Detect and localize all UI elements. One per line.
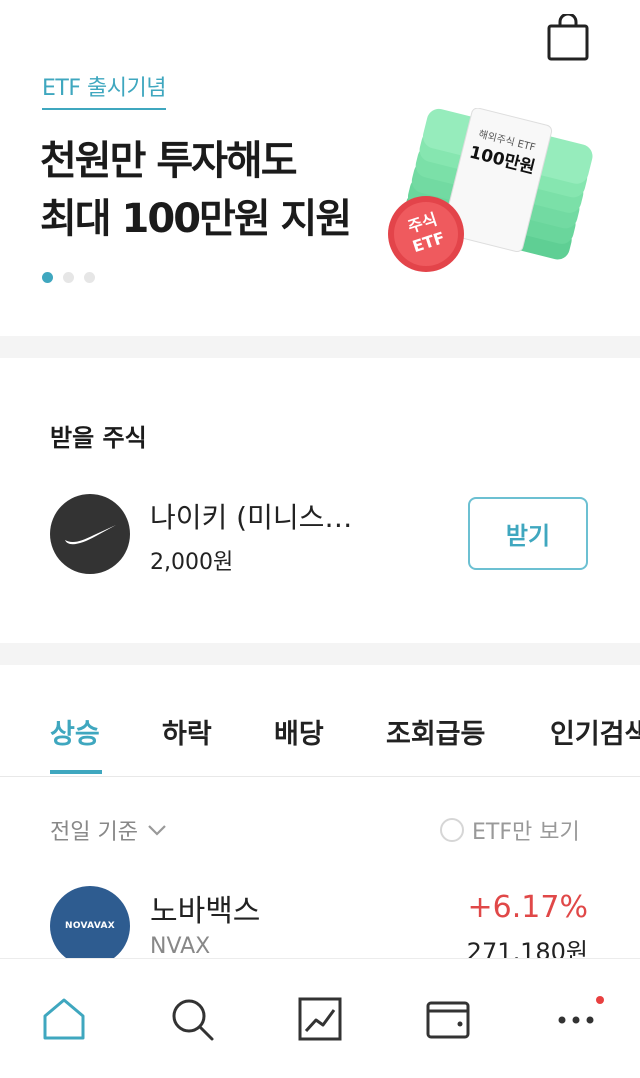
more-icon — [558, 1016, 594, 1024]
basis-dropdown[interactable]: 전일 기준 — [50, 814, 168, 846]
wallet-icon — [426, 1001, 470, 1039]
tab-popular-search[interactable]: 인기검색 — [550, 712, 640, 751]
section-divider — [0, 336, 640, 358]
etf-only-radio[interactable] — [440, 818, 464, 842]
nike-swoosh-icon — [65, 525, 116, 545]
bottom-navigation — [0, 958, 640, 1078]
promo-headline-line2[interactable]: 최대 100만원 지원 — [40, 186, 352, 244]
tab-dividend[interactable]: 배당 — [274, 712, 324, 751]
nav-wallet[interactable] — [422, 993, 474, 1045]
tab-view-surge[interactable]: 조회급등 — [386, 712, 485, 751]
notification-badge — [596, 996, 604, 1004]
nav-home[interactable] — [38, 993, 90, 1045]
nav-more[interactable] — [550, 993, 602, 1045]
shopping-bag-icon[interactable] — [546, 14, 590, 62]
promo-illustration[interactable]: 해외주식 ETF 100만원 주식 ETF — [380, 108, 610, 293]
basis-label: 전일 기준 — [50, 820, 138, 845]
home-icon — [43, 998, 85, 1040]
tab-rise[interactable]: 상승 — [50, 712, 100, 751]
list-item-change: +6.17% — [467, 890, 588, 925]
etf-only-label: ETF만 보기 — [472, 820, 580, 845]
search-icon — [172, 999, 214, 1041]
promo-badge: ETF 출시기념 — [42, 70, 166, 110]
active-tab-indicator — [50, 770, 102, 774]
nike-logo — [50, 494, 130, 574]
tab-fall[interactable]: 하락 — [162, 712, 212, 751]
pagination-dot-2[interactable] — [63, 272, 74, 283]
list-item[interactable]: NOVAVAX 노바백스 NVAX +6.17% 271,180원 — [0, 870, 640, 960]
list-item-name: 노바백스 — [150, 894, 261, 929]
list-item-price: 271,180원 — [466, 938, 588, 960]
chart-icon — [298, 997, 342, 1041]
chevron-down-icon — [148, 825, 166, 836]
banner-pagination[interactable] — [42, 272, 95, 283]
receive-stock-price: 2,000원 — [150, 550, 234, 575]
pagination-dot-3[interactable] — [84, 272, 95, 283]
receive-section-title: 받을 주식 — [50, 424, 147, 452]
section-divider — [0, 643, 640, 665]
promo-headline-line1[interactable]: 천원만 투자해도 — [40, 128, 298, 186]
pagination-dot-1[interactable] — [42, 272, 53, 283]
nav-chart[interactable] — [294, 993, 346, 1045]
novavax-logo: NOVAVAX — [50, 886, 130, 960]
etf-only-toggle[interactable]: ETF만 보기 — [440, 814, 580, 846]
nav-search[interactable] — [166, 993, 218, 1045]
receive-stock-name: 나이키 (미니스… — [150, 501, 353, 534]
ranking-tabs: 상승 하락 배당 조회급등 인기검색 — [0, 706, 640, 777]
receive-button[interactable]: 받기 — [468, 497, 588, 570]
list-item-ticker: NVAX — [150, 934, 211, 959]
